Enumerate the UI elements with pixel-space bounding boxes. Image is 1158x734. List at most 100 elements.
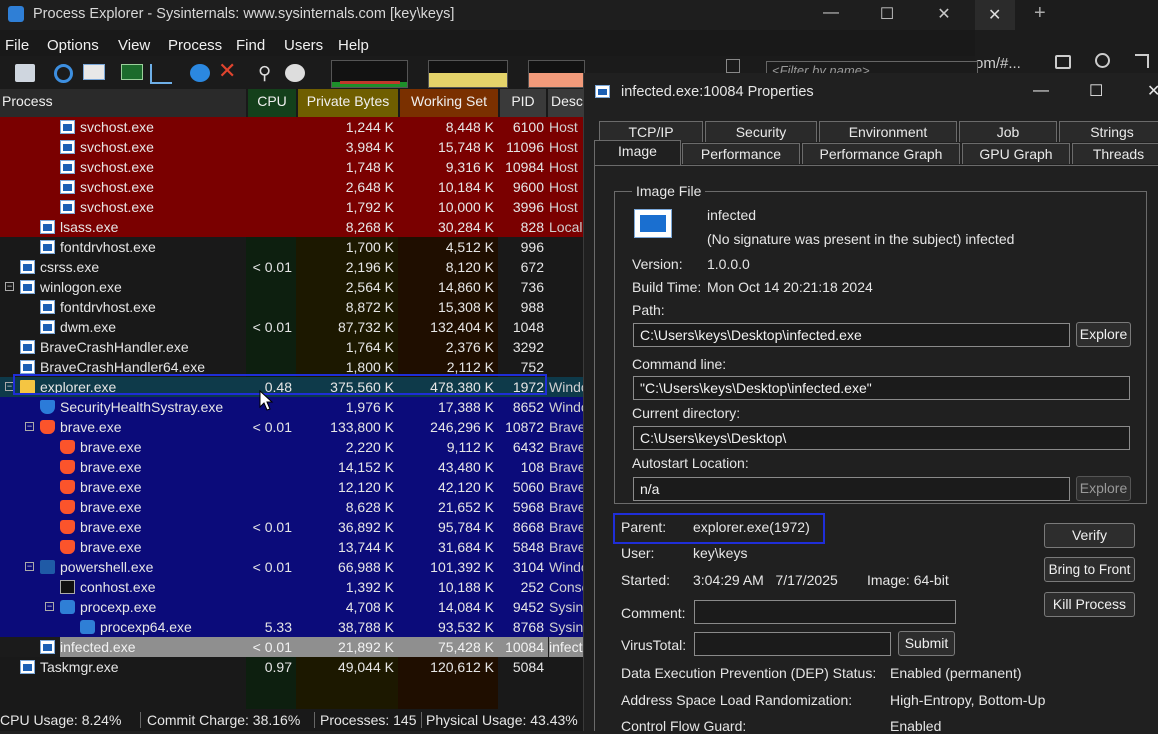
maximize-button[interactable]: ☐ xyxy=(873,4,901,24)
explore-path-button[interactable]: Explore xyxy=(1076,322,1131,347)
process-cpu xyxy=(246,437,296,457)
path-field[interactable]: C:\Users\keys\Desktop\infected.exe xyxy=(633,323,1070,347)
executable-icon xyxy=(40,640,55,654)
kill-process-icon[interactable]: ✕ xyxy=(218,60,238,82)
process-name: svchost.exe xyxy=(80,159,154,175)
autostart-field[interactable]: n/a xyxy=(633,477,1070,501)
props-maximize-button[interactable]: ☐ xyxy=(1089,81,1103,101)
command-line-field[interactable]: "C:\Users\keys\Desktop\infected.exe" xyxy=(633,376,1130,400)
verify-button[interactable]: Verify xyxy=(1044,523,1135,548)
process-row[interactable]: svchost.exe 1,792 K 10,000 K 3996 Host xyxy=(0,197,583,217)
collapse-toggle-icon[interactable]: − xyxy=(5,282,14,291)
process-row[interactable]: − winlogon.exe 2,564 K 14,860 K 736 xyxy=(0,277,583,297)
process-row[interactable]: brave.exe 13,744 K 31,684 K 5848 Brave xyxy=(0,537,583,557)
menu-help[interactable]: Help xyxy=(338,37,369,54)
save-icon[interactable] xyxy=(15,64,35,82)
process-row[interactable]: svchost.exe 3,984 K 15,748 K 11096 Host xyxy=(0,137,583,157)
share-icon[interactable] xyxy=(1135,54,1149,68)
zoom-icon[interactable] xyxy=(1095,53,1110,68)
collapse-toggle-icon[interactable]: − xyxy=(45,602,54,611)
menu-view[interactable]: View xyxy=(118,37,150,54)
process-row[interactable]: lsass.exe 8,268 K 30,284 K 828 Local xyxy=(0,217,583,237)
col-process[interactable]: Process xyxy=(0,89,246,117)
executable-icon xyxy=(20,260,35,274)
current-directory-field[interactable]: C:\Users\keys\Desktop\ xyxy=(633,426,1130,450)
refresh-icon[interactable] xyxy=(54,64,73,83)
commit-charge-graph[interactable] xyxy=(428,60,508,88)
process-row[interactable]: brave.exe < 0.01 36,892 K 95,784 K 8668 Brave xyxy=(0,517,583,537)
process-working-set: 10,184 K xyxy=(437,179,494,195)
new-tab-icon[interactable]: + xyxy=(1034,2,1046,25)
process-row[interactable]: fontdrvhost.exe 1,700 K 4,512 K 996 xyxy=(0,237,583,257)
menu-options[interactable]: Options xyxy=(47,37,99,54)
collapse-toggle-icon[interactable]: − xyxy=(25,562,34,571)
tab-performance-graph[interactable]: Performance Graph xyxy=(802,143,960,164)
mouse-cursor-icon xyxy=(259,390,274,411)
col-pid[interactable]: PID xyxy=(500,89,546,117)
process-row[interactable]: fontdrvhost.exe 8,872 K 15,308 K 988 xyxy=(0,297,583,317)
physical-memory-graph[interactable] xyxy=(528,60,585,88)
tab-gpu-graph[interactable]: GPU Graph xyxy=(962,143,1070,164)
virustotal-field[interactable] xyxy=(694,632,891,656)
col-cpu[interactable]: CPU xyxy=(248,89,296,117)
kill-process-button[interactable]: Kill Process xyxy=(1044,592,1135,617)
tab-tcpip[interactable]: TCP/IP xyxy=(599,121,703,142)
menu-users[interactable]: Users xyxy=(284,37,323,54)
process-row[interactable]: − brave.exe < 0.01 133,800 K 246,296 K 10872 B… xyxy=(0,417,583,437)
address-bar-text[interactable]: om/#... xyxy=(975,55,1021,72)
collapse-toggle-icon[interactable]: − xyxy=(25,422,34,431)
process-row[interactable]: BraveCrashHandler.exe 1,764 K 2,376 K 3292 xyxy=(0,337,583,357)
col-description[interactable]: Desc xyxy=(548,89,583,117)
comment-field[interactable] xyxy=(694,600,956,624)
browser-tab-close-icon[interactable]: ✕ xyxy=(988,5,1001,25)
process-row[interactable]: svchost.exe 1,244 K 8,448 K 6100 Host xyxy=(0,117,583,137)
build-time-value: Mon Oct 14 20:21:18 2024 xyxy=(707,279,873,295)
cpu-usage-graph[interactable] xyxy=(331,60,408,88)
system-info-icon[interactable] xyxy=(83,64,105,80)
process-row[interactable]: svchost.exe 2,648 K 10,184 K 9600 Host xyxy=(0,177,583,197)
explore-autostart-button[interactable]: Explore xyxy=(1076,476,1131,501)
process-row[interactable]: csrss.exe < 0.01 2,196 K 8,120 K 672 xyxy=(0,257,583,277)
tab-environment[interactable]: Environment xyxy=(819,121,957,142)
crosshair-icon[interactable] xyxy=(285,64,305,82)
menu-process[interactable]: Process xyxy=(168,37,222,54)
find-icon[interactable]: ⚲ xyxy=(258,64,278,82)
process-row[interactable]: − procexp.exe 4,708 K 14,084 K 9452 Sysint xyxy=(0,597,583,617)
process-description: Brave xyxy=(549,519,583,535)
col-private-bytes[interactable]: Private Bytes xyxy=(298,89,398,117)
process-row[interactable]: brave.exe 14,152 K 43,480 K 108 Brave xyxy=(0,457,583,477)
process-row[interactable]: conhost.exe 1,392 K 10,188 K 252 Conso xyxy=(0,577,583,597)
process-row[interactable]: svchost.exe 1,748 K 9,316 K 10984 Host xyxy=(0,157,583,177)
tab-job[interactable]: Job xyxy=(959,121,1057,142)
tab-performance[interactable]: Performance xyxy=(682,143,800,164)
tab-security[interactable]: Security xyxy=(705,121,817,142)
col-working-set[interactable]: Working Set xyxy=(400,89,498,117)
process-row[interactable]: infected.exe < 0.01 21,892 K 75,428 K 10084 i… xyxy=(0,637,583,657)
process-description: Host xyxy=(549,119,578,135)
menu-file[interactable]: File xyxy=(5,37,29,54)
close-button[interactable]: ✕ xyxy=(930,4,958,24)
cast-icon[interactable] xyxy=(1055,55,1071,69)
process-row[interactable]: Taskmgr.exe 0.97 49,044 K 120,612 K 5084 xyxy=(0,657,583,677)
tab-threads[interactable]: Threads xyxy=(1072,143,1158,164)
process-row[interactable]: procexp64.exe 5.33 38,788 K 93,532 K 8768 Sys… xyxy=(0,617,583,637)
props-minimize-button[interactable]: — xyxy=(1033,82,1049,100)
tree-icon[interactable] xyxy=(150,64,172,84)
tab-strings[interactable]: Strings xyxy=(1059,121,1158,142)
minimize-button[interactable]: — xyxy=(817,4,845,24)
tab-image[interactable]: Image xyxy=(594,140,681,166)
props-close-button[interactable]: ✕ xyxy=(1147,81,1158,101)
process-row[interactable]: − powershell.exe < 0.01 66,988 K 101,392 K 31… xyxy=(0,557,583,577)
bring-to-front-button[interactable]: Bring to Front xyxy=(1044,557,1135,582)
target-icon[interactable] xyxy=(190,64,210,82)
submit-button[interactable]: Submit xyxy=(898,631,955,656)
menu-find[interactable]: Find xyxy=(236,37,265,54)
process-row[interactable]: dwm.exe < 0.01 87,732 K 132,404 K 1048 xyxy=(0,317,583,337)
process-cpu xyxy=(246,497,296,517)
process-row[interactable]: brave.exe 12,120 K 42,120 K 5060 Brave xyxy=(0,477,583,497)
process-row[interactable]: SecurityHealthSystray.exe 1,976 K 17,388 K… xyxy=(0,397,583,417)
toolbar-checkbox[interactable] xyxy=(726,59,740,73)
cpu-graph-icon[interactable] xyxy=(121,64,143,80)
process-row[interactable]: brave.exe 2,220 K 9,112 K 6432 Brave xyxy=(0,437,583,457)
process-row[interactable]: brave.exe 8,628 K 21,652 K 5968 Brave xyxy=(0,497,583,517)
